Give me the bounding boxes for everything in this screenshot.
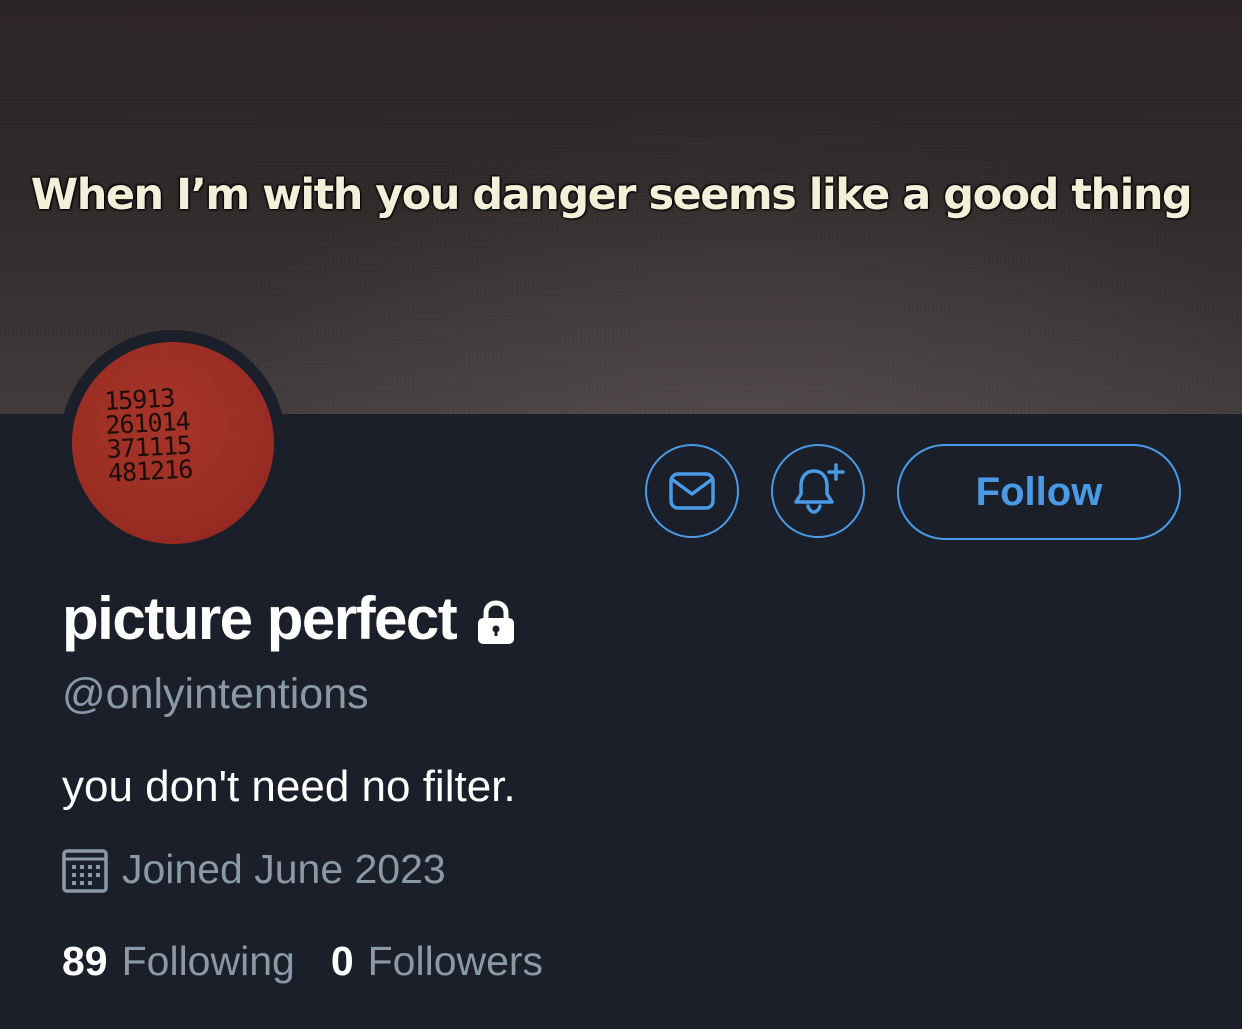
message-button[interactable]: [645, 444, 739, 538]
avatar[interactable]: 15913 261014 371115 481216: [72, 342, 274, 544]
followers-label: Followers: [367, 938, 544, 984]
profile-page: When I’m with you danger seems like a go…: [0, 0, 1242, 1029]
joined-date: Joined June 2023: [122, 846, 446, 892]
profile-bio: you don't need no filter.: [62, 762, 516, 811]
notify-button[interactable]: [771, 444, 865, 538]
calendar-icon: [62, 848, 108, 893]
followers-stat[interactable]: 0 Followers: [331, 938, 543, 985]
avatar-handwritten-numbers: 15913 261014 371115 481216: [103, 382, 259, 488]
following-label: Following: [121, 938, 295, 984]
joined-row: Joined June 2023: [62, 846, 446, 893]
banner-caption: When I’m with you danger seems like a go…: [30, 170, 1193, 220]
follow-button[interactable]: Follow: [897, 444, 1181, 540]
follow-stats: 89 Following 0 Followers: [62, 938, 543, 985]
envelope-icon: [669, 472, 715, 510]
avatar-ring: 15913 261014 371115 481216: [60, 330, 286, 556]
name-row: picture perfect: [62, 584, 520, 653]
following-stat[interactable]: 89 Following: [62, 938, 295, 985]
bell-plus-icon: [794, 463, 845, 514]
avatar-number-row: 481216: [107, 454, 193, 488]
followers-count: 0: [330, 938, 354, 984]
lock-icon: [478, 599, 515, 644]
user-handle: @onlyintentions: [62, 670, 369, 718]
following-count: 89: [62, 938, 108, 984]
display-name: picture perfect: [62, 585, 458, 652]
